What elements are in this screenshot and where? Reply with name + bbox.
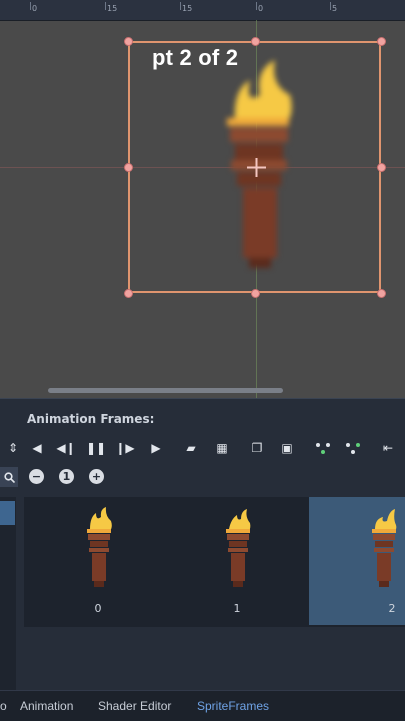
tab-shader-editor[interactable]: Shader Editor — [98, 699, 171, 713]
paste-icon[interactable]: ▣ — [276, 437, 298, 459]
frame-item[interactable]: 1 — [189, 497, 285, 625]
step-forward-icon[interactable]: ❙▶ — [114, 437, 136, 459]
pause-icon[interactable]: ❚❚ — [85, 437, 107, 459]
zoom-out-icon[interactable]: − — [29, 469, 44, 484]
frame-item-selected[interactable]: 2 — [309, 497, 405, 625]
spin-icon[interactable]: ⇕ — [2, 437, 24, 459]
ruler-tick — [330, 2, 331, 10]
zoom-in-icon[interactable]: + — [89, 469, 104, 484]
frames-toolbar: ⇕ ◀ ◀❙ ❚❚ ❙▶ ▶ ▰ ▦ ❐ ▣ ⇤ — [0, 437, 405, 459]
step-back-icon[interactable]: ◀❙ — [55, 437, 77, 459]
pivot-crosshair-icon[interactable] — [247, 158, 266, 177]
ruler-label: 15 — [107, 4, 118, 13]
resize-handle-top-right[interactable] — [377, 37, 386, 46]
resize-handle-left[interactable] — [124, 163, 133, 172]
play-icon[interactable]: ▶ — [145, 437, 167, 459]
zoom-reset-icon[interactable]: 1 — [59, 469, 74, 484]
frame-index-label: 1 — [233, 602, 241, 615]
torch-frame-thumbnail — [226, 509, 251, 587]
torch-frame-thumbnail — [372, 509, 397, 587]
resize-handle-bottom-right[interactable] — [377, 289, 386, 298]
animation-frames-heading: Animation Frames: — [27, 412, 155, 426]
resize-handle-top-left[interactable] — [124, 37, 133, 46]
tab-animation[interactable]: Animation — [20, 699, 73, 713]
ruler-label: 0 — [258, 4, 264, 13]
search-icon[interactable] — [0, 467, 18, 487]
resize-handle-top[interactable] — [251, 37, 260, 46]
move-left-icon[interactable] — [312, 437, 334, 459]
frames-grid: 0 1 2 — [24, 497, 405, 627]
tab-output[interactable]: o — [0, 699, 7, 713]
ruler-tick — [256, 2, 257, 10]
resize-handle-bottom[interactable] — [251, 289, 260, 298]
animations-list[interactable] — [0, 497, 16, 691]
ruler-tick — [105, 2, 106, 10]
tab-sprite-frames[interactable]: SpriteFrames — [197, 699, 269, 713]
frame-item[interactable]: 0 — [50, 497, 146, 625]
ruler-label: 0 — [32, 4, 38, 13]
play-backwards-icon[interactable]: ◀ — [26, 437, 48, 459]
horizontal-scrollbar[interactable] — [48, 388, 283, 393]
ruler-label: 15 — [182, 4, 193, 13]
zoom-bar: − 1 + — [0, 467, 405, 489]
resize-handle-right[interactable] — [377, 163, 386, 172]
move-right-icon[interactable] — [342, 437, 364, 459]
torch-frame-thumbnail — [87, 507, 112, 587]
grid-icon[interactable]: ▦ — [211, 437, 233, 459]
bottom-tab-bar: o Animation Shader Editor SpriteFrames — [0, 690, 405, 721]
animation-item-selected[interactable] — [0, 501, 15, 525]
sprite-frames-panel: Animation Frames: ⇕ ◀ ◀❙ ❚❚ ❙▶ ▶ ▰ ▦ ❐ ▣… — [0, 398, 405, 691]
open-icon[interactable]: ▰ — [180, 437, 202, 459]
ruler-tick — [30, 2, 31, 10]
copy-icon[interactable]: ❐ — [246, 437, 268, 459]
frame-index-label: 2 — [388, 602, 396, 615]
ruler-label: 5 — [332, 4, 338, 13]
resize-handle-bottom-left[interactable] — [124, 289, 133, 298]
frame-index-label: 0 — [94, 602, 102, 615]
video-caption: pt 2 of 2 — [152, 45, 239, 70]
delete-icon[interactable]: ⇤ — [377, 437, 399, 459]
top-ruler: 0 15 15 0 5 — [0, 0, 405, 21]
ruler-tick — [180, 2, 181, 10]
canvas-viewport[interactable]: 0 15 15 0 5 pt 2 of 2 — [0, 0, 405, 398]
